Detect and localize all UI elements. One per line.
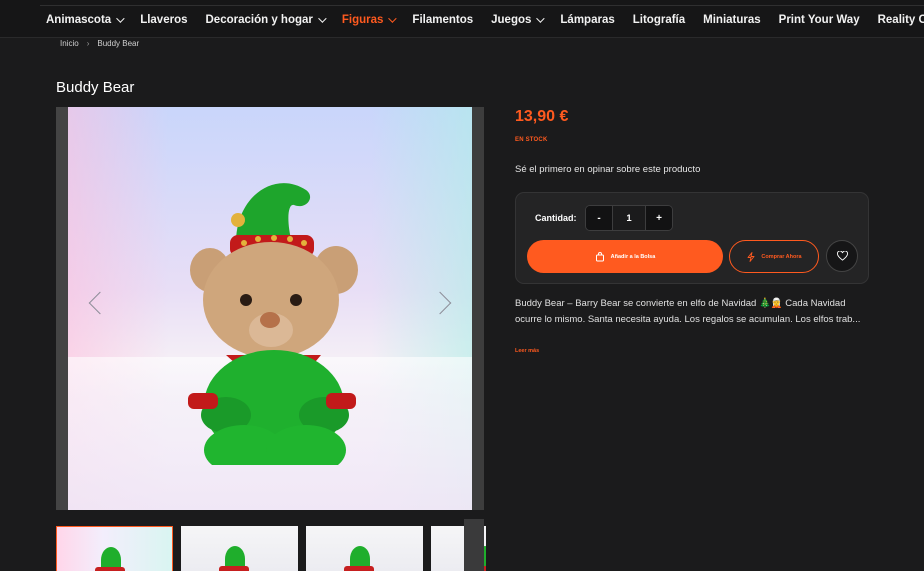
add-to-cart-button[interactable]: Añadir a la Bolsa <box>527 240 723 273</box>
add-to-cart-label: Añadir a la Bolsa <box>610 253 656 260</box>
nav-label: Reality Chromatics <box>877 14 924 26</box>
breadcrumb-current: Buddy Bear <box>97 39 140 48</box>
nav-label: Decoración y hogar <box>205 14 313 26</box>
decrement-button[interactable]: - <box>586 206 612 230</box>
gallery-edge-right <box>472 107 484 510</box>
increment-button[interactable]: + <box>646 206 672 230</box>
nav-label: Litografía <box>632 14 686 26</box>
review-link[interactable]: Sé el primero en opinar sobre este produ… <box>515 164 700 175</box>
thumb-figure-band <box>219 566 249 571</box>
buy-now-label: Comprar Ahora <box>761 253 802 260</box>
nav-label: Lámparas <box>560 14 615 26</box>
chevron-down-icon <box>116 14 125 23</box>
breadcrumb-separator: › <box>86 39 90 48</box>
nav-label: Print Your Way <box>778 14 860 26</box>
wishlist-button[interactable] <box>826 240 858 272</box>
nav-label: Animascota <box>46 14 112 26</box>
product-title: Buddy Bear <box>56 79 135 96</box>
nav-item-decoracion[interactable]: Decoración y hogar <box>205 14 327 26</box>
nav-item-miniaturas[interactable]: Miniaturas <box>703 14 761 26</box>
breadcrumb: Inicio › Buddy Bear <box>60 39 139 48</box>
thumb-figure-band <box>95 567 125 571</box>
quantity-stepper: - 1 + <box>585 205 673 231</box>
chevron-down-icon <box>388 14 398 23</box>
purchase-box: Cantidad: - 1 + Añadir a la Bolsa Compra… <box>515 192 869 284</box>
nav-label: Juegos <box>491 14 532 26</box>
quantity-label: Cantidad: <box>535 213 577 223</box>
read-more-link[interactable]: Leer más <box>515 348 539 354</box>
nav-item-lamparas[interactable]: Lámparas <box>560 14 614 26</box>
thumb-figure-band <box>344 566 374 571</box>
nav-label: Filamentos <box>412 14 474 26</box>
thumbnail-strip <box>56 526 486 571</box>
nav-label: Llaveros <box>140 14 188 26</box>
buy-now-button[interactable]: Comprar Ahora <box>729 240 819 273</box>
gallery-edge-left <box>56 107 68 510</box>
main-menu: Animascota Llaveros Decoración y hogar F… <box>46 14 924 26</box>
bolt-icon <box>747 251 755 262</box>
chevron-left-icon[interactable] <box>88 291 112 315</box>
thumbnail-scrollbar[interactable] <box>464 519 484 571</box>
nav-item-animascota[interactable]: Animascota <box>46 14 125 26</box>
product-page: Animascota Llaveros Decoración y hogar F… <box>0 0 924 571</box>
thumbnail-3[interactable] <box>306 526 423 571</box>
product-gallery <box>56 107 484 510</box>
chevron-down-icon <box>318 14 327 23</box>
nav-item-llaveros[interactable]: Llaveros <box>140 14 187 26</box>
nav-item-reality-chromatics[interactable]: Reality Chromatics <box>878 14 924 26</box>
breadcrumb-home[interactable]: Inicio <box>60 39 79 48</box>
top-navigation: Animascota Llaveros Decoración y hogar F… <box>0 0 924 38</box>
elf-bear-figure <box>188 183 358 465</box>
nav-item-print-your-way[interactable]: Print Your Way <box>779 14 860 26</box>
heart-icon <box>836 251 848 261</box>
nav-label: Figuras <box>341 14 384 26</box>
product-price: 13,90 € <box>515 108 569 125</box>
top-divider <box>40 5 924 6</box>
nav-item-litografia[interactable]: Litografía <box>633 14 685 26</box>
thumbnail-1[interactable] <box>56 526 173 571</box>
nav-item-juegos[interactable]: Juegos <box>491 14 546 26</box>
thumbnail-2[interactable] <box>181 526 298 571</box>
quantity-value[interactable]: 1 <box>612 206 646 230</box>
chevron-down-icon <box>536 14 546 23</box>
nav-label: Miniaturas <box>703 14 761 26</box>
chevron-right-icon[interactable] <box>428 291 452 315</box>
product-description: Buddy Bear – Barry Bear se convierte en … <box>515 298 861 325</box>
product-image[interactable] <box>68 107 472 510</box>
stock-status: EN STOCK <box>515 137 548 143</box>
nav-item-filamentos[interactable]: Filamentos <box>412 14 473 26</box>
nav-item-figuras[interactable]: Figuras <box>341 14 398 26</box>
bag-icon <box>595 251 604 261</box>
